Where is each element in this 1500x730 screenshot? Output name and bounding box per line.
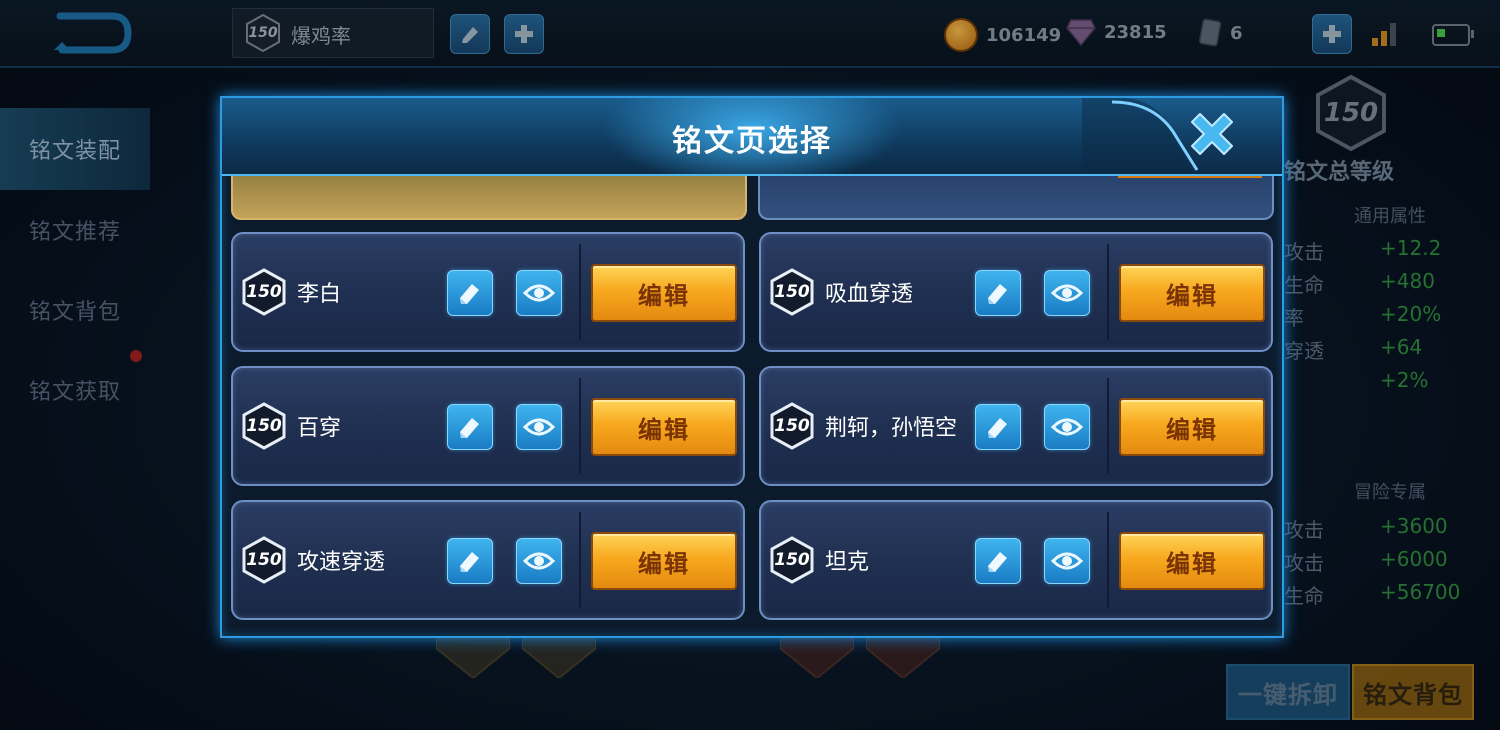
page-level: 150 <box>246 550 282 570</box>
inscription-page-card[interactable]: 150 吸血穿透 编辑 <box>759 232 1273 352</box>
eye-icon <box>1051 418 1083 436</box>
page-name: 李白 <box>297 282 342 307</box>
page-level: 150 <box>774 550 810 570</box>
page-level-badge: 150 <box>241 268 287 316</box>
edit-page-button[interactable]: 编辑 <box>591 532 737 590</box>
inscription-page-card[interactable]: 150 百穿 编辑 <box>231 366 745 486</box>
preview-page-button[interactable] <box>516 538 562 584</box>
rename-page-button[interactable] <box>447 270 493 316</box>
page-name: 坦克 <box>825 550 870 575</box>
page-level: 150 <box>246 282 282 302</box>
page-level: 150 <box>246 416 282 436</box>
eye-icon <box>1051 284 1083 302</box>
preview-page-button[interactable] <box>516 270 562 316</box>
rename-page-button[interactable] <box>447 404 493 450</box>
page-level-badge: 150 <box>769 402 815 450</box>
page-name: 吸血穿透 <box>825 282 914 307</box>
eye-icon <box>523 284 555 302</box>
eye-icon <box>523 552 555 570</box>
inscription-page-card[interactable]: 150 李白 编辑 <box>231 232 745 352</box>
card-divider <box>1107 244 1109 340</box>
eye-icon <box>523 418 555 436</box>
pencil-icon <box>460 552 479 572</box>
dialog-header: 铭文页选择 <box>222 98 1282 176</box>
pencil-icon <box>460 284 479 304</box>
page-level-badge: 150 <box>241 536 287 584</box>
preview-page-button[interactable] <box>1044 538 1090 584</box>
inscription-page-card[interactable] <box>231 176 747 220</box>
card-divider <box>579 244 581 340</box>
edit-page-button[interactable]: 编辑 <box>591 264 737 322</box>
close-icon[interactable] <box>1182 104 1242 164</box>
inscription-page-card[interactable]: 150 攻速穿透 编辑 <box>231 500 745 620</box>
page-level: 150 <box>774 282 810 302</box>
eye-icon <box>1051 552 1083 570</box>
page-name: 百穿 <box>297 416 342 441</box>
pencil-icon <box>988 552 1007 572</box>
rename-page-button[interactable] <box>447 538 493 584</box>
pencil-icon <box>988 418 1007 438</box>
page-name: 攻速穿透 <box>297 550 386 575</box>
pencil-icon <box>460 418 479 438</box>
edit-page-button[interactable]: 编辑 <box>591 398 737 456</box>
rename-page-button[interactable] <box>975 538 1021 584</box>
page-level-badge: 150 <box>769 536 815 584</box>
edit-page-button[interactable]: 编辑 <box>1119 398 1265 456</box>
rename-page-button[interactable] <box>975 404 1021 450</box>
preview-page-button[interactable] <box>1044 404 1090 450</box>
edit-button[interactable] <box>1118 176 1262 178</box>
inscription-page-selector-dialog: 铭文页选择 150 李白 编辑 150 吸血穿透 编辑 150 百穿 编辑 15… <box>220 96 1284 638</box>
rename-page-button[interactable] <box>975 270 1021 316</box>
edit-page-button[interactable]: 编辑 <box>1119 532 1265 590</box>
preview-page-button[interactable] <box>516 404 562 450</box>
inscription-page-list[interactable]: 150 李白 编辑 150 吸血穿透 编辑 150 百穿 编辑 150 荆轲，孙… <box>222 176 1282 628</box>
inscription-page-card[interactable]: 150 荆轲，孙悟空 编辑 <box>759 366 1273 486</box>
dialog-title: 铭文页选择 <box>672 124 832 159</box>
edit-page-button[interactable]: 编辑 <box>1119 264 1265 322</box>
page-level-badge: 150 <box>769 268 815 316</box>
page-level-badge: 150 <box>241 402 287 450</box>
card-divider <box>1107 512 1109 608</box>
card-divider <box>579 378 581 474</box>
card-divider <box>579 512 581 608</box>
card-divider <box>1107 378 1109 474</box>
preview-page-button[interactable] <box>1044 270 1090 316</box>
page-level: 150 <box>774 416 810 436</box>
inscription-page-card[interactable]: 150 坦克 编辑 <box>759 500 1273 620</box>
pencil-icon <box>988 284 1007 304</box>
inscription-page-card[interactable] <box>758 176 1274 220</box>
page-name: 荆轲，孙悟空 <box>825 416 958 441</box>
